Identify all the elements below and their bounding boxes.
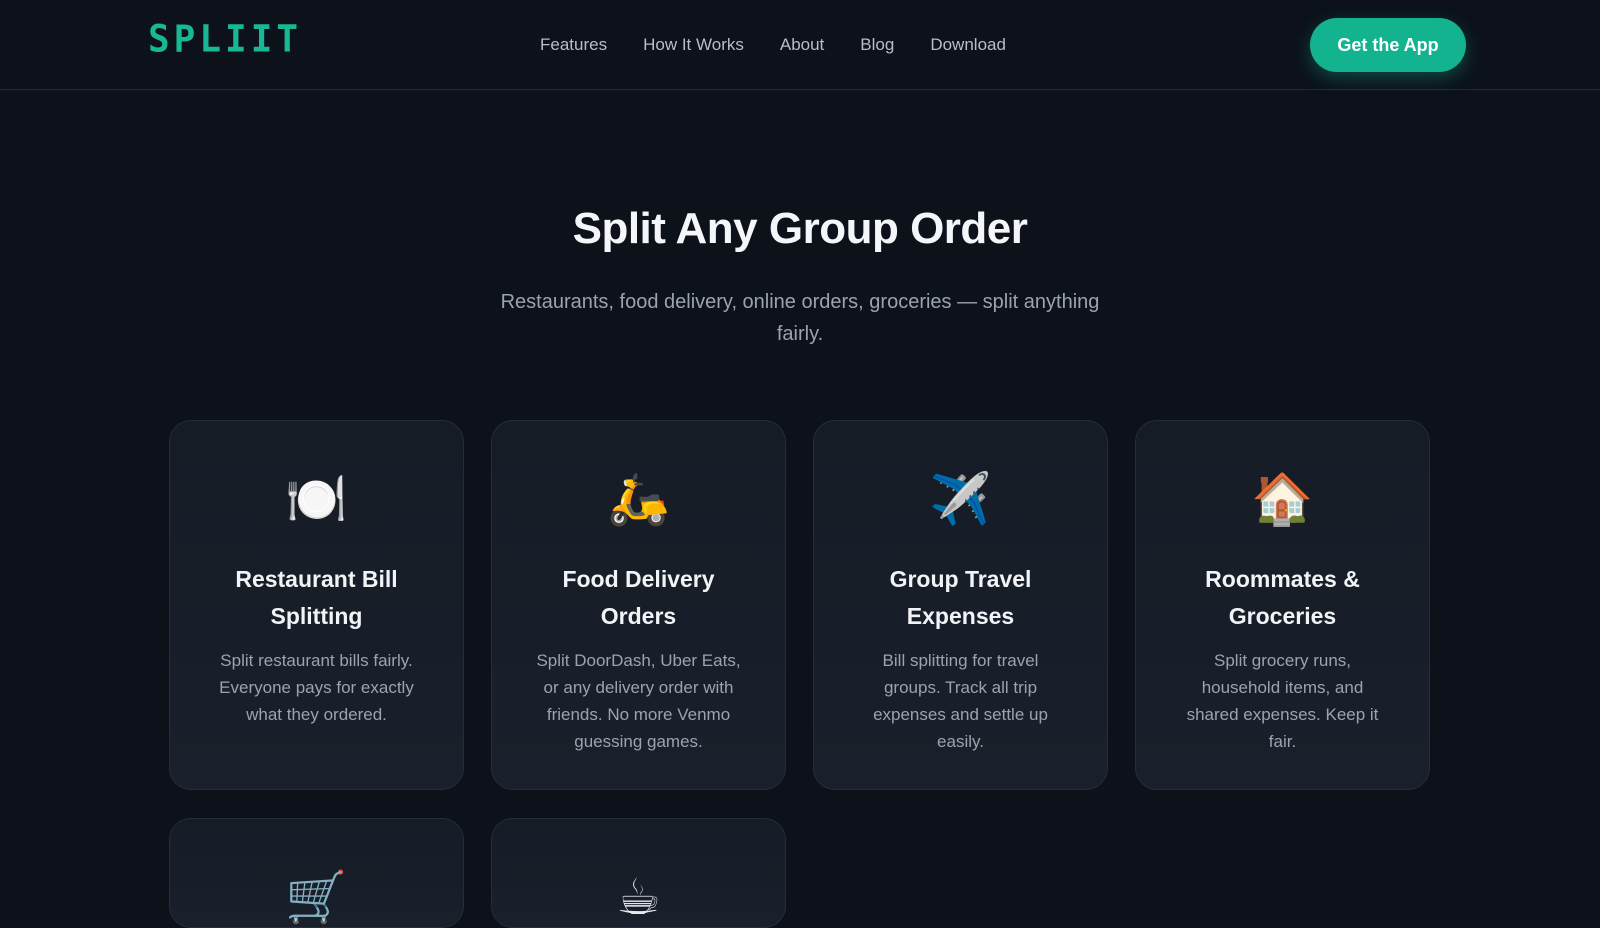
top-nav: SPLIIT Features How It Works About Blog … <box>0 0 1600 90</box>
house-icon: 🏠 <box>1251 470 1314 528</box>
use-case-card-food-delivery: 🛵 Food Delivery Orders Split DoorDash, U… <box>491 420 786 790</box>
coffee-cup-icon: ☕ <box>616 868 661 926</box>
nav-link-features[interactable]: Features <box>540 34 607 56</box>
card-description: Bill splitting for travel groups. Track … <box>873 651 1048 751</box>
card-title: Group Travel Expenses <box>889 566 1032 629</box>
use-case-card-coffee: ☕ <box>491 818 786 928</box>
page-title: Split Any Group Order <box>572 204 1028 253</box>
use-case-card-group-travel: ✈️ Group Travel Expenses Bill splitting … <box>813 420 1108 790</box>
card-description: Split DoorDash, Uber Eats, or any delive… <box>536 651 741 751</box>
card-title: Food Delivery Orders <box>562 566 715 629</box>
nav-link-about[interactable]: About <box>780 34 824 56</box>
nav-link-download[interactable]: Download <box>930 34 1006 56</box>
nav-link-blog[interactable]: Blog <box>860 34 894 56</box>
use-case-card-roommates: 🏠 Roommates & Groceries Split grocery ru… <box>1135 420 1430 790</box>
use-case-card-restaurant: 🍽️ Restaurant Bill Splitting Split resta… <box>169 420 464 790</box>
scooter-icon: 🛵 <box>607 470 670 528</box>
nav-link-how-it-works[interactable]: How It Works <box>643 34 744 56</box>
card-description: Split restaurant bills fairly. Everyone … <box>219 651 414 724</box>
use-case-card-shopping: 🛒 <box>169 818 464 928</box>
nav-links: Features How It Works About Blog Downloa… <box>540 34 1006 56</box>
card-description: Split grocery runs, household items, and… <box>1186 651 1379 751</box>
card-title: Restaurant Bill Splitting <box>235 566 398 629</box>
logo[interactable]: SPLIIT <box>148 21 302 59</box>
plate-utensils-icon: 🍽️ <box>285 470 348 528</box>
shopping-cart-icon: 🛒 <box>285 868 348 926</box>
airplane-icon: ✈️ <box>929 470 992 528</box>
card-title: Roommates & Groceries <box>1205 566 1360 629</box>
get-the-app-button[interactable]: Get the App <box>1310 18 1466 72</box>
page-subtitle: Restaurants, food delivery, online order… <box>500 291 1100 345</box>
